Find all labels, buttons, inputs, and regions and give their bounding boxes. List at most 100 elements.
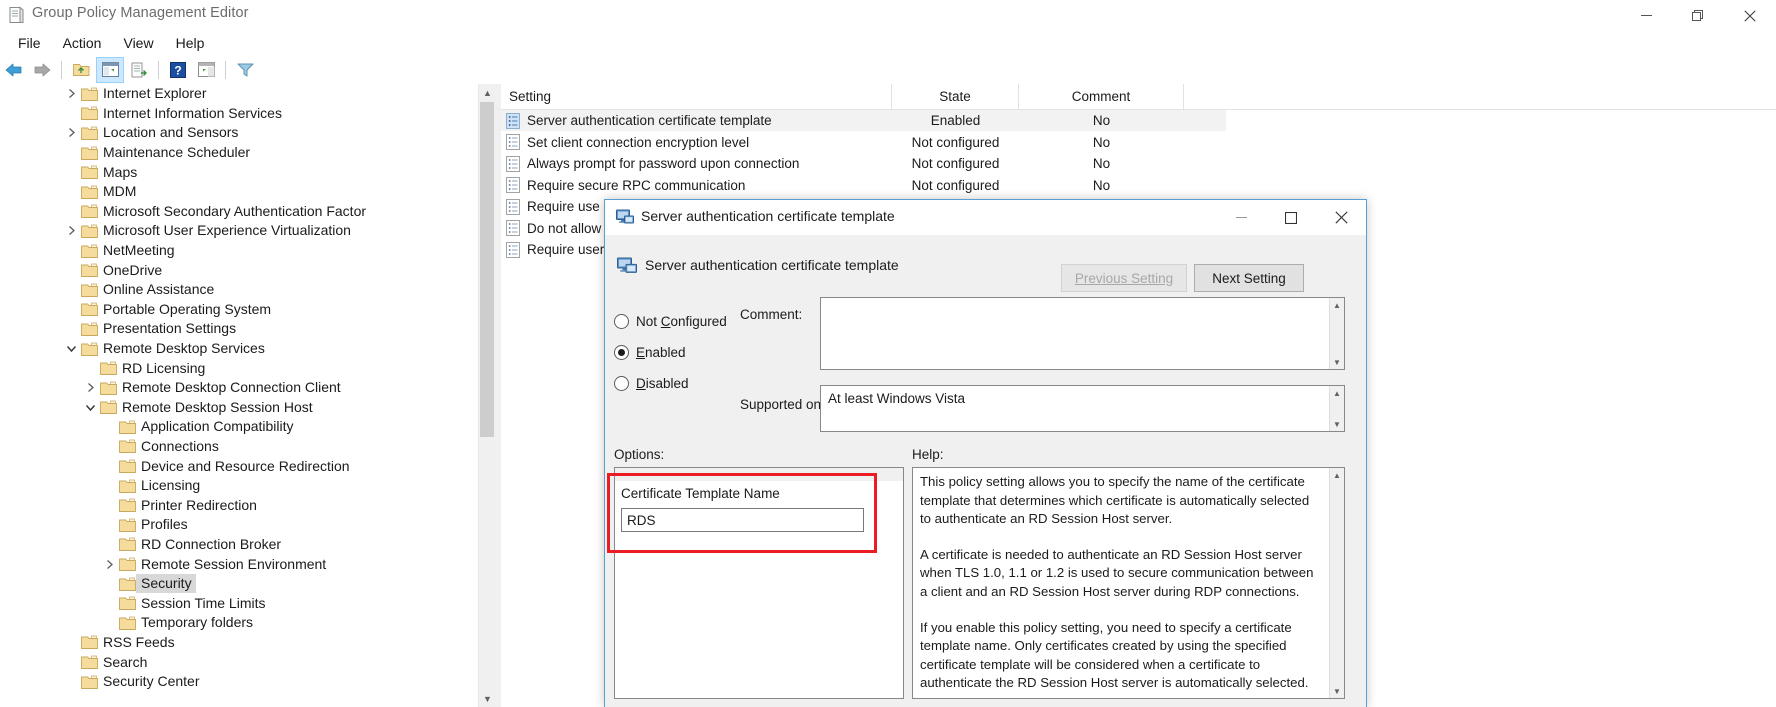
tree-item[interactable]: Remote Desktop Services [0, 339, 472, 359]
tree-item[interactable]: Security [0, 574, 472, 594]
previous-setting-button[interactable]: Previous Setting [1061, 264, 1187, 292]
window-close-button[interactable] [1724, 0, 1776, 31]
tree-item[interactable]: Profiles [0, 515, 472, 535]
tree-item[interactable]: RD Licensing [0, 358, 472, 378]
supported-on-scroll-up-icon[interactable]: ▲ [1330, 386, 1344, 400]
tree-item[interactable]: Connections [0, 437, 472, 457]
menu-action[interactable]: Action [53, 33, 112, 53]
dialog-close-button[interactable] [1316, 200, 1366, 235]
forward-button[interactable] [29, 58, 55, 82]
radio-label-suffix: onfigured [671, 314, 727, 329]
menu-help[interactable]: Help [166, 33, 215, 53]
help-scroll-down-icon[interactable]: ▼ [1330, 684, 1344, 698]
toolbar-separator [158, 61, 159, 79]
tree-item[interactable]: Portable Operating System [0, 300, 472, 320]
back-button[interactable] [1, 58, 27, 82]
tree-scrollbar[interactable]: ▲ ▼ [478, 84, 496, 707]
tree-item[interactable]: Device and Resource Redirection [0, 456, 472, 476]
tree-item[interactable]: Search [0, 652, 472, 672]
help-button[interactable]: ? [165, 58, 191, 82]
chevron-down-icon[interactable] [81, 403, 100, 412]
chevron-right-icon[interactable] [62, 225, 81, 236]
up-one-level-button[interactable] [68, 58, 94, 82]
tree-item[interactable]: Internet Information Services [0, 104, 472, 124]
filter-button[interactable] [232, 58, 258, 82]
tree-item-label: Microsoft Secondary Authentication Facto… [98, 202, 370, 221]
show-hide-console-tree-button[interactable] [96, 57, 124, 83]
export-list-button[interactable] [126, 58, 152, 82]
tree-item[interactable]: Licensing [0, 476, 472, 496]
supported-on-scrollbar[interactable]: ▲ ▼ [1329, 386, 1344, 431]
chevron-right-icon[interactable] [62, 88, 81, 99]
radio-not-configured[interactable]: Not Configured [614, 306, 727, 337]
dialog-title: Server authentication certificate templa… [641, 208, 895, 224]
tree-item[interactable]: Internet Explorer [0, 84, 472, 104]
supported-on-label: Supported on: [740, 397, 825, 412]
tree-item[interactable]: OneDrive [0, 260, 472, 280]
radio-enabled[interactable]: Enabled [614, 337, 727, 368]
tree-scroll-up-icon[interactable]: ▲ [479, 84, 496, 101]
menu-view[interactable]: View [113, 33, 163, 53]
certificate-template-name-input[interactable] [621, 508, 864, 532]
comment-scroll-down-icon[interactable]: ▼ [1330, 355, 1344, 369]
folder-icon [81, 126, 98, 140]
tree-item[interactable]: Remote Desktop Connection Client [0, 378, 472, 398]
tree-item[interactable]: Location and Sensors [0, 123, 472, 143]
tree-item[interactable]: Maintenance Scheduler [0, 143, 472, 163]
tree-item[interactable]: RD Connection Broker [0, 535, 472, 555]
comment-scroll-up-icon[interactable]: ▲ [1330, 298, 1344, 312]
policy-setting-dialog: Server authentication certificate templa… [604, 199, 1367, 707]
comment-scrollbar[interactable]: ▲ ▼ [1329, 298, 1344, 369]
dialog-minimize-button[interactable] [1216, 200, 1266, 235]
tree-item[interactable]: Online Assistance [0, 280, 472, 300]
tree-item[interactable]: Maps [0, 162, 472, 182]
tree-item[interactable]: MDM [0, 182, 472, 202]
tree-item[interactable]: Remote Desktop Session Host [0, 398, 472, 418]
supported-on-scroll-down-icon[interactable]: ▼ [1330, 417, 1344, 431]
tree-scroll-down-icon[interactable]: ▼ [479, 690, 496, 707]
chevron-down-icon[interactable] [62, 344, 81, 353]
tree-item[interactable]: Security Center [0, 672, 472, 692]
tree-item[interactable]: Microsoft Secondary Authentication Facto… [0, 202, 472, 222]
radio-indicator[interactable] [614, 376, 629, 391]
dialog-maximize-button[interactable] [1266, 200, 1316, 235]
window-minimize-button[interactable] [1620, 0, 1672, 31]
tree-item[interactable]: Temporary folders [0, 613, 472, 633]
chevron-right-icon[interactable] [62, 127, 81, 138]
comment-textarea[interactable]: ▲ ▼ [820, 297, 1345, 370]
tree-item-label: Maps [98, 163, 141, 182]
table-row[interactable]: Server authentication certificate templa… [501, 110, 1226, 131]
tree-scroll-thumb[interactable] [480, 102, 494, 437]
tree-item[interactable]: NetMeeting [0, 241, 472, 261]
chevron-right-icon[interactable] [100, 559, 119, 570]
tree-item[interactable]: Printer Redirection [0, 495, 472, 515]
column-state[interactable]: State [892, 84, 1019, 109]
remote-desktop-monitor-icon [616, 209, 634, 226]
dialog-titlebar: Server authentication certificate templa… [605, 200, 1366, 235]
tree-item[interactable]: Session Time Limits [0, 593, 472, 613]
tree-item[interactable]: Presentation Settings [0, 319, 472, 339]
show-action-pane-button[interactable] [193, 58, 219, 82]
table-row[interactable]: Set client connection encryption levelNo… [501, 132, 1226, 153]
help-scroll-up-icon[interactable]: ▲ [1330, 468, 1344, 482]
tree-item[interactable]: Application Compatibility [0, 417, 472, 437]
radio-disabled[interactable]: Disabled [614, 368, 727, 399]
previous-setting-label: Previous Setting [1075, 271, 1173, 286]
table-row[interactable]: Require secure RPC communicationNot conf… [501, 175, 1226, 196]
radio-indicator[interactable] [614, 345, 629, 360]
tree-item[interactable]: Microsoft User Experience Virtualization [0, 221, 472, 241]
help-scrollbar[interactable]: ▲ ▼ [1329, 468, 1344, 698]
column-setting[interactable]: Setting [501, 84, 892, 109]
next-setting-button[interactable]: Next Setting [1194, 264, 1304, 292]
chevron-right-icon[interactable] [81, 382, 100, 393]
policy-setting-icon [505, 156, 521, 172]
table-row[interactable]: Always prompt for password upon connecti… [501, 153, 1226, 174]
menu-file[interactable]: File [8, 33, 51, 53]
radio-indicator[interactable] [614, 314, 629, 329]
window-controls [1620, 0, 1776, 31]
tree-item[interactable]: RSS Feeds [0, 633, 472, 653]
tree-item-label: Remote Session Environment [136, 555, 330, 574]
column-comment[interactable]: Comment [1019, 84, 1184, 109]
window-restore-button[interactable] [1672, 0, 1724, 31]
tree-item[interactable]: Remote Session Environment [0, 554, 472, 574]
